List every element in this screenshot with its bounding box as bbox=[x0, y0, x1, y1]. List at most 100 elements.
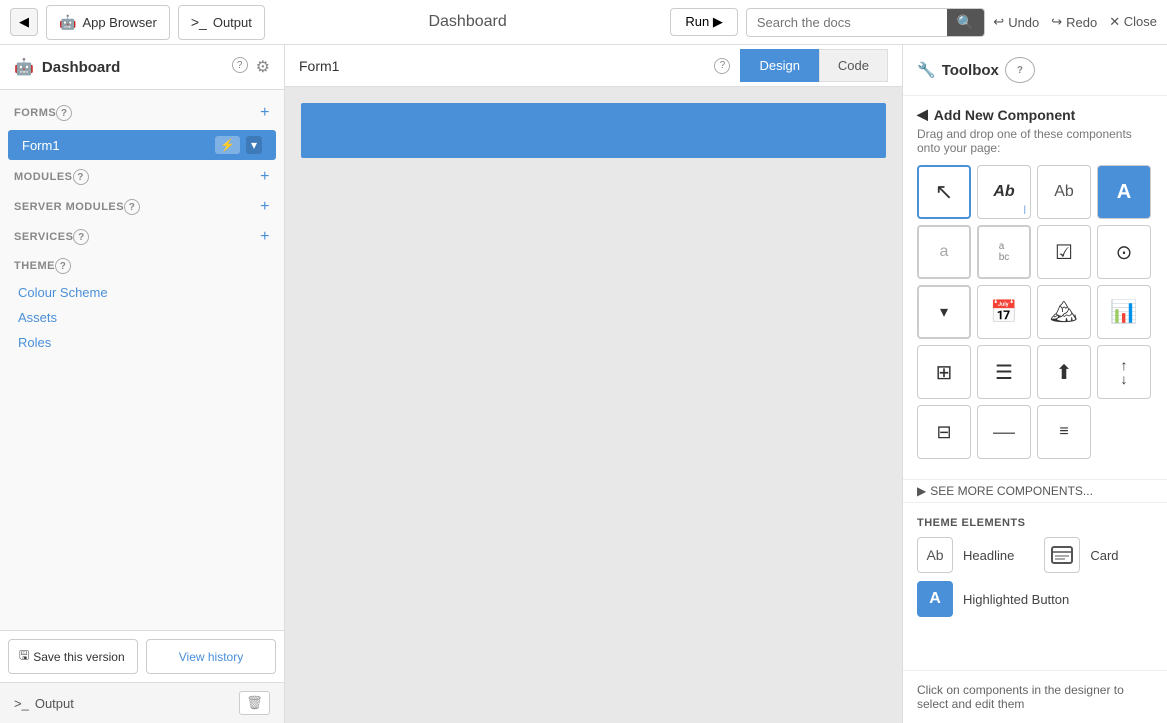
colour-scheme-link[interactable]: Colour Scheme bbox=[14, 280, 270, 305]
undo-button[interactable]: ↩ Undo bbox=[993, 14, 1039, 30]
forms-section-header: FORMS ? + bbox=[0, 98, 284, 128]
click-hint: Click on components in the designer to s… bbox=[903, 670, 1167, 723]
modules-help-icon[interactable]: ? bbox=[73, 169, 89, 185]
text-cursor-icon: Ab bbox=[993, 183, 1014, 201]
rich-text-icon: ≡ bbox=[1059, 423, 1068, 441]
roles-link[interactable]: Roles bbox=[14, 330, 270, 355]
output-tab-icon: >_ bbox=[191, 14, 207, 30]
component-chart[interactable]: 📊 bbox=[1097, 285, 1151, 339]
output-label: Output bbox=[35, 696, 74, 711]
see-more-button[interactable]: ▶ SEE MORE COMPONENTS... bbox=[903, 479, 1167, 503]
topbar-actions: ↩ Undo ↪ Redo ✕ Close bbox=[993, 14, 1157, 30]
canvas-header: Form1 ? Design Code bbox=[285, 45, 902, 87]
output-delete-button[interactable]: 🗑 bbox=[239, 691, 270, 715]
theme-section-header: THEME ? bbox=[0, 252, 284, 280]
component-rich-text[interactable]: ≡ bbox=[1037, 405, 1091, 459]
component-grid: ↖ Ab | Ab A a abc bbox=[917, 165, 1153, 459]
component-checkbox[interactable]: ☑ bbox=[1037, 225, 1091, 279]
run-button[interactable]: Run ▶ bbox=[670, 8, 737, 36]
search-input[interactable] bbox=[747, 10, 947, 35]
main-layout: 🤖 Dashboard ? ⚙ FORMS ? + Form1 ⚡ ▾ bbox=[0, 45, 1167, 723]
tab-output[interactable]: >_ Output bbox=[178, 5, 265, 40]
spacer-icon: ↑↓ bbox=[1121, 358, 1128, 386]
toolbox-help-icon[interactable]: ? bbox=[1005, 57, 1035, 83]
radio-icon: ⊙ bbox=[1116, 240, 1133, 265]
sidebar: 🤖 Dashboard ? ⚙ FORMS ? + Form1 ⚡ ▾ bbox=[0, 45, 285, 723]
server-modules-help-icon[interactable]: ? bbox=[124, 199, 140, 215]
add-form-button[interactable]: + bbox=[260, 104, 270, 122]
modules-section-header: MODULES ? + bbox=[0, 162, 284, 192]
theme-help-icon[interactable]: ? bbox=[55, 258, 71, 274]
form1-dropdown-icon[interactable]: ▾ bbox=[246, 136, 262, 154]
back-button[interactable]: ◀ bbox=[10, 8, 38, 36]
assets-link[interactable]: Assets bbox=[14, 305, 270, 330]
form1-item[interactable]: Form1 ⚡ ▾ bbox=[8, 130, 276, 160]
columns-icon: ⊟ bbox=[936, 422, 951, 443]
see-more-icon: ▶ bbox=[917, 484, 926, 498]
sidebar-header-icons: ? ⚙ bbox=[232, 57, 270, 77]
card-icon[interactable] bbox=[1044, 537, 1080, 573]
component-datagrid[interactable]: ⊞ bbox=[917, 345, 971, 399]
sidebar-help-icon[interactable]: ? bbox=[232, 57, 248, 73]
server-modules-section-header: SERVER MODULES ? + bbox=[0, 192, 284, 222]
form1-icons: ⚡ ▾ bbox=[215, 136, 262, 154]
sidebar-gear-icon[interactable]: ⚙ bbox=[256, 57, 270, 77]
redo-button[interactable]: ↪ Redo bbox=[1051, 14, 1097, 30]
add-server-module-button[interactable]: + bbox=[260, 198, 270, 216]
forms-help-icon[interactable]: ? bbox=[56, 105, 72, 121]
topbar: ◀ 🤖 App Browser >_ Output Dashboard Run … bbox=[0, 0, 1167, 45]
label-icon: Ab bbox=[1054, 183, 1074, 201]
checkbox-icon: ☑ bbox=[1055, 240, 1073, 265]
add-module-button[interactable]: + bbox=[260, 168, 270, 186]
services-label: SERVICES bbox=[14, 231, 73, 243]
canvas-body[interactable] bbox=[285, 87, 902, 723]
pointer-icon: ↖ bbox=[935, 179, 953, 205]
headline-icon[interactable]: Ab bbox=[917, 537, 953, 573]
appbrowser-tab-label: App Browser bbox=[82, 15, 156, 30]
theme-elements-title: THEME ELEMENTS bbox=[917, 517, 1153, 529]
component-pointer[interactable]: ↖ bbox=[917, 165, 971, 219]
form1-lightning-icon[interactable]: ⚡ bbox=[215, 136, 240, 154]
tab-appbrowser[interactable]: 🤖 App Browser bbox=[46, 5, 170, 40]
appbrowser-tab-icon: 🤖 bbox=[59, 14, 76, 31]
close-button[interactable]: ✕ Close bbox=[1109, 14, 1157, 30]
component-button[interactable]: A bbox=[1097, 165, 1151, 219]
server-modules-label: SERVER MODULES bbox=[14, 201, 124, 213]
component-hline[interactable]: — bbox=[977, 405, 1031, 459]
add-component-title: ◀ Add New Component bbox=[917, 106, 1153, 123]
button-icon: A bbox=[1117, 181, 1131, 204]
component-textarea[interactable]: abc bbox=[977, 225, 1031, 279]
highlighted-button-icon[interactable]: A bbox=[917, 581, 953, 617]
component-datepicker[interactable]: 📅 bbox=[977, 285, 1031, 339]
component-upload[interactable]: ⬆ bbox=[1037, 345, 1091, 399]
output-prefix: >_ bbox=[14, 696, 29, 711]
component-spacer[interactable]: ↑↓ bbox=[1097, 345, 1151, 399]
card-svg-icon bbox=[1050, 543, 1074, 567]
canvas-help-icon[interactable]: ? bbox=[714, 58, 730, 74]
canvas-area: Form1 ? Design Code bbox=[285, 45, 902, 723]
component-radio[interactable]: ⊙ bbox=[1097, 225, 1151, 279]
back-icon: ◀ bbox=[19, 14, 29, 30]
theme-label: THEME bbox=[14, 260, 55, 272]
dashboard-icon: 🤖 bbox=[14, 57, 34, 77]
save-version-button[interactable]: 🖫 Save this version bbox=[8, 639, 138, 674]
component-repeater[interactable]: ☰ bbox=[977, 345, 1031, 399]
view-history-link[interactable]: View history bbox=[146, 639, 276, 674]
tab-design[interactable]: Design bbox=[740, 49, 818, 82]
component-label[interactable]: Ab bbox=[1037, 165, 1091, 219]
save-icon: 🖫 bbox=[19, 646, 29, 667]
component-dropdown[interactable]: ▾ bbox=[917, 285, 971, 339]
add-component-collapse-icon[interactable]: ◀ bbox=[917, 106, 928, 123]
component-image[interactable]: 🏔 bbox=[1037, 285, 1091, 339]
add-component-desc: Drag and drop one of these components on… bbox=[917, 127, 1153, 155]
tab-code[interactable]: Code bbox=[819, 49, 888, 82]
theme-element-highlighted-button: A Highlighted Button bbox=[917, 581, 1153, 617]
services-help-icon[interactable]: ? bbox=[73, 229, 89, 245]
search-button[interactable]: 🔍 bbox=[947, 9, 984, 36]
component-input[interactable]: a bbox=[917, 225, 971, 279]
canvas-tabs: Design Code bbox=[740, 49, 888, 82]
component-text-cursor[interactable]: Ab | bbox=[977, 165, 1031, 219]
add-service-button[interactable]: + bbox=[260, 228, 270, 246]
component-columns[interactable]: ⊟ bbox=[917, 405, 971, 459]
highlighted-button-label: Highlighted Button bbox=[963, 592, 1069, 607]
